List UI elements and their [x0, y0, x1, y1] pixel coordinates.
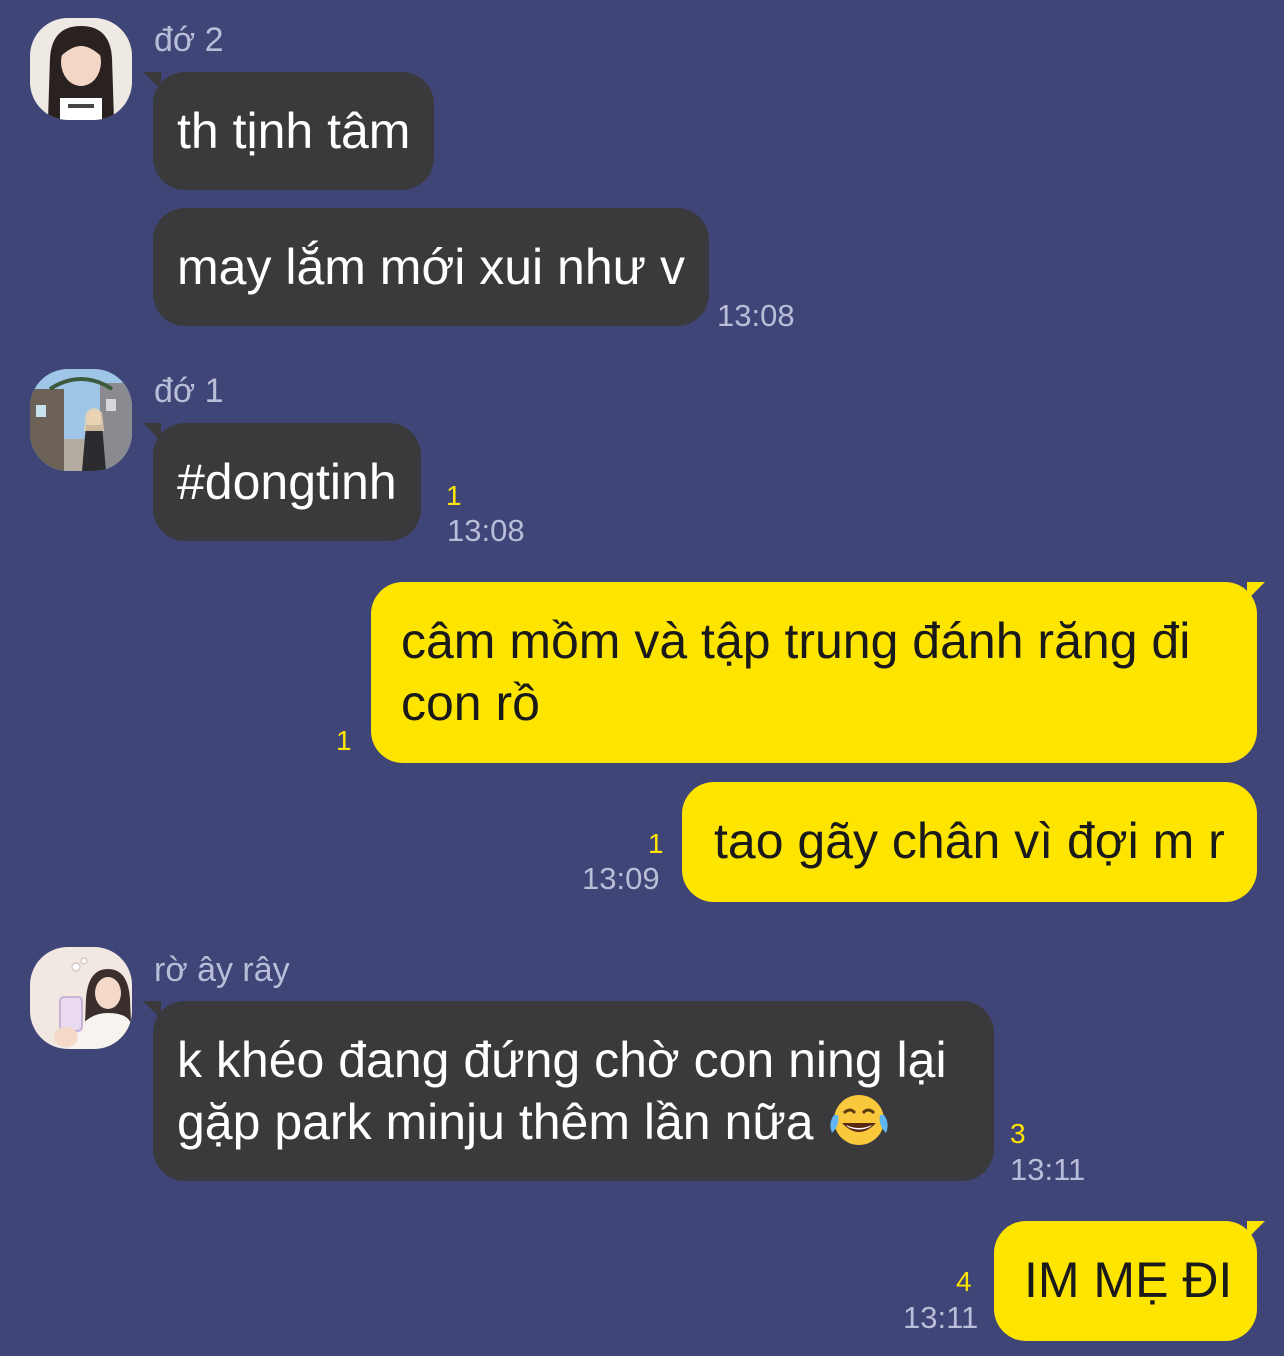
message-text-line: con rồ — [401, 675, 540, 731]
message-bubble[interactable]: IM MẸ ĐI — [994, 1221, 1257, 1341]
message-text: th tịnh tâm — [177, 103, 411, 159]
message-text-line: gặp park minju thêm lần nữa — [177, 1091, 970, 1153]
bubble-tail — [143, 423, 161, 441]
message-text: tao gãy chân vì đợi m r — [714, 813, 1225, 869]
message-time: 13:11 — [903, 1300, 979, 1335]
message-bubble[interactable]: câm mồm và tập trung đánh răng đi con rồ — [371, 582, 1257, 763]
bubble-tail — [1247, 582, 1265, 600]
message-bubble[interactable]: may lắm mới xui như v — [153, 208, 710, 326]
unread-count: 1 — [648, 828, 664, 859]
message-bubble[interactable]: #dongtinh — [153, 423, 421, 541]
bubble-tail — [143, 72, 161, 90]
sender-name: rờ ây rây — [154, 951, 290, 989]
message-text-line: k khéo đang đứng chờ con ning lại — [177, 1032, 947, 1088]
unread-count: 1 — [446, 480, 462, 511]
profile-photo-girl-dark-hair-icon — [30, 18, 132, 120]
message-text: may lắm mới xui như v — [177, 239, 686, 295]
profile-photo-street-scene-icon — [30, 369, 132, 471]
avatar-do-2[interactable] — [30, 18, 132, 120]
unread-count: 1 — [336, 725, 352, 756]
avatar-ro-ay-ray[interactable] — [30, 947, 132, 1049]
profile-photo-mirror-selfie-icon — [30, 947, 132, 1049]
message-time: 13:08 — [717, 298, 795, 333]
avatar-do-1[interactable] — [30, 369, 132, 471]
message-time: 13:08 — [447, 513, 525, 548]
message-time: 13:09 — [582, 861, 660, 896]
message-text: gặp park minju thêm lần nữa — [177, 1094, 814, 1150]
message-bubble[interactable]: tao gãy chân vì đợi m r — [682, 782, 1257, 902]
face-with-tears-of-joy-emoji-icon — [828, 1093, 890, 1147]
sender-name: đớ 2 — [154, 21, 224, 59]
message-text-line: câm mồm và tập trung đánh răng đi — [401, 613, 1191, 669]
bubble-tail — [143, 1001, 161, 1019]
bubble-tail — [1247, 1221, 1265, 1239]
unread-count: 3 — [1010, 1118, 1026, 1149]
message-time: 13:11 — [1010, 1152, 1086, 1187]
message-text: #dongtinh — [177, 454, 397, 510]
sender-name: đớ 1 — [154, 372, 224, 410]
message-bubble[interactable]: k khéo đang đứng chờ con ning lại gặp pa… — [153, 1001, 994, 1181]
unread-count: 4 — [956, 1266, 972, 1297]
message-bubble[interactable]: th tịnh tâm — [153, 72, 435, 190]
message-text: IM MẸ ĐI — [1024, 1252, 1233, 1308]
